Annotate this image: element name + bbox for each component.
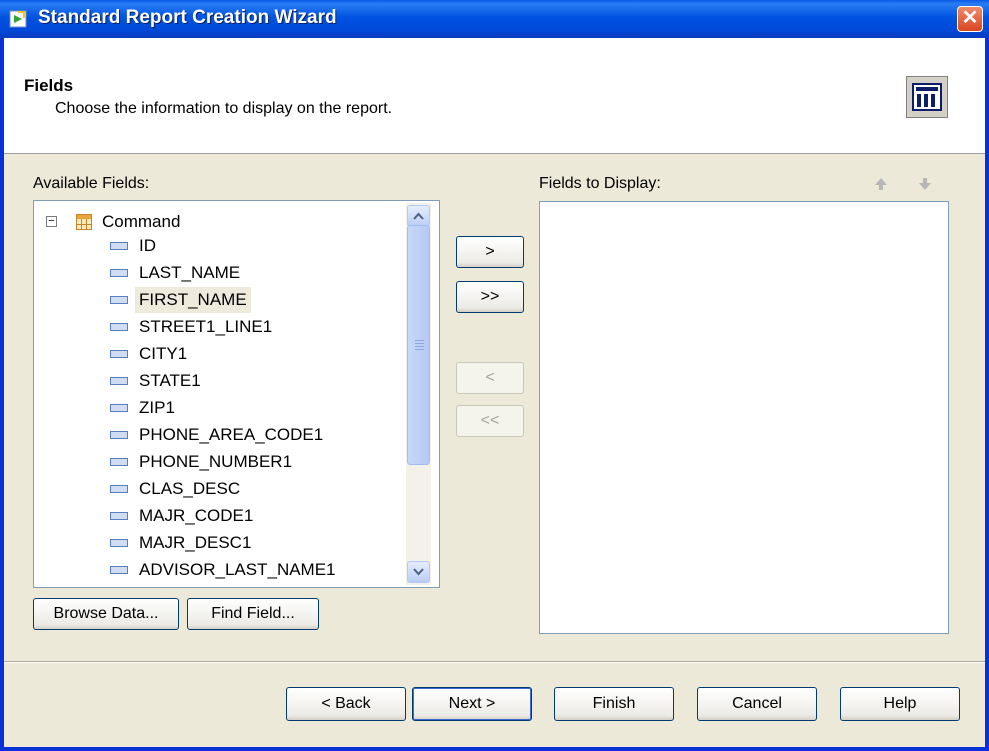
- finish-button[interactable]: Finish: [554, 687, 674, 721]
- back-button[interactable]: < Back: [286, 687, 406, 721]
- page-title: Fields: [24, 76, 74, 95]
- table-icon: [76, 214, 92, 230]
- field-icon: [110, 350, 128, 358]
- footer-divider: [4, 661, 985, 663]
- field-label: MAJR_DESC1: [139, 533, 252, 552]
- field-icon: [110, 269, 128, 277]
- available-fields-label: Available Fields:: [33, 175, 149, 193]
- tree-root-label: Command: [102, 212, 181, 231]
- move-up-arrow-icon[interactable]: [874, 177, 888, 191]
- field-icon: [110, 539, 128, 547]
- field-icon: [110, 431, 128, 439]
- wizard-icon: [9, 10, 27, 28]
- next-button[interactable]: Next >: [412, 687, 532, 721]
- help-button[interactable]: Help: [840, 687, 960, 721]
- field-label: PHONE_NUMBER1: [139, 452, 293, 471]
- fields-to-display-label: Fields to Display:: [539, 175, 661, 193]
- wizard-header: Fields Choose the information to display…: [4, 38, 985, 154]
- cancel-button[interactable]: Cancel: [697, 687, 817, 721]
- field-icon: [110, 485, 128, 493]
- field-label: CITY1: [139, 344, 188, 363]
- page-description: Choose the information to display on the…: [55, 100, 393, 117]
- close-icon: ✕: [961, 7, 979, 29]
- available-fields-tree[interactable]: − Command ID LAST_NAME FIRST_NAME STREET1_L…: [33, 200, 440, 588]
- collapse-icon[interactable]: −: [46, 216, 57, 227]
- remove-field-button[interactable]: <: [456, 362, 524, 394]
- title-bar: Standard Report Creation Wizard ✕: [0, 0, 989, 38]
- move-down-arrow-icon[interactable]: [918, 177, 932, 191]
- field-icon: [110, 242, 128, 250]
- field-label: ADVISOR_LAST_NAME1: [139, 560, 336, 579]
- field-icon: [110, 377, 128, 385]
- scroll-down-button[interactable]: [407, 561, 430, 583]
- field-icon: [110, 458, 128, 466]
- field-label: FIRST_NAME: [135, 287, 251, 313]
- field-icon: [110, 566, 128, 574]
- browse-data-button[interactable]: Browse Data...: [33, 598, 179, 630]
- fields-to-display-label-text: Fields to Display:: [539, 175, 661, 192]
- field-icon: [110, 296, 128, 304]
- available-fields-label-text: Available Fields:: [33, 175, 150, 192]
- report-fields-icon: [906, 76, 948, 118]
- scroll-thumb[interactable]: [407, 225, 430, 465]
- wizard-window: Standard Report Creation Wizard ✕ Fields…: [0, 0, 989, 751]
- field-label: CLAS_DESC: [139, 479, 241, 498]
- add-all-fields-button[interactable]: >>: [456, 281, 524, 313]
- field-label: STREET1_LINE1: [139, 317, 273, 336]
- field-icon: [110, 323, 128, 331]
- field-label: LAST_NAME: [139, 263, 241, 282]
- find-field-button[interactable]: Find Field...: [187, 598, 319, 630]
- field-icon: [110, 404, 128, 412]
- chevron-down-icon: [413, 568, 424, 576]
- field-label: ID: [139, 236, 156, 255]
- field-label: STATE1: [139, 371, 201, 390]
- available-fields-scrollbar[interactable]: [406, 203, 431, 585]
- scroll-up-button[interactable]: [407, 205, 430, 227]
- field-label: MAJR_CODE1: [139, 506, 254, 525]
- field-label: ZIP1: [139, 398, 175, 417]
- chevron-up-icon: [413, 212, 424, 220]
- field-label: PHONE_AREA_CODE1: [139, 425, 324, 444]
- remove-all-fields-button[interactable]: <<: [456, 405, 524, 437]
- add-field-button[interactable]: >: [456, 236, 524, 268]
- fields-to-display-list[interactable]: [539, 201, 949, 634]
- field-icon: [110, 512, 128, 520]
- window-title: Standard Report Creation Wizard: [38, 7, 337, 28]
- close-button[interactable]: ✕: [957, 6, 983, 32]
